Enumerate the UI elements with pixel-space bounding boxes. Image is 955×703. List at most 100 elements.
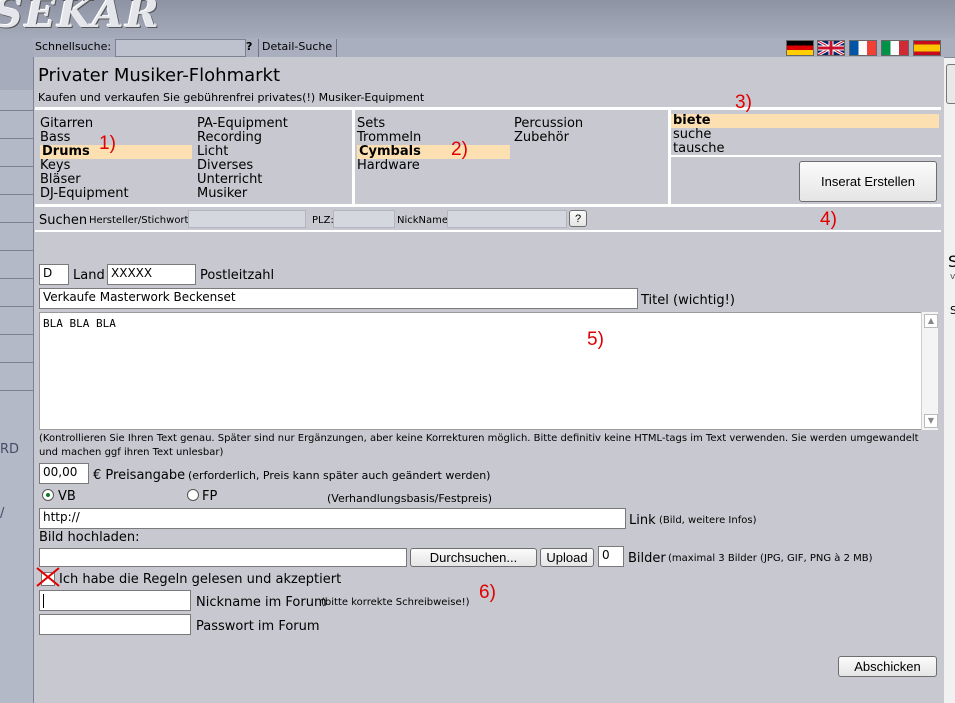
flag-it-icon[interactable] [881, 40, 909, 56]
category-item-keys[interactable]: Keys [40, 159, 192, 173]
forum-nickname-label: Nickname im Forum [196, 595, 327, 610]
separator [336, 39, 337, 57]
category-item-musiker[interactable]: Musiker [197, 187, 347, 201]
create-listing-button[interactable]: Inserat Erstellen [799, 161, 937, 202]
price-input[interactable]: 00,00 [39, 463, 89, 484]
sidebar-divider [0, 250, 33, 251]
manufacturer-search-input[interactable] [188, 210, 306, 228]
left-sidebar [0, 90, 33, 703]
zip-input[interactable]: XXXXX [107, 264, 196, 285]
search-row-label: Suchen [39, 213, 88, 228]
vb-fp-hint: (Verhandlungsbasis/Festpreis) [327, 492, 493, 505]
sidebar-divider [0, 194, 33, 195]
price-label: € Preisangabe [93, 468, 186, 483]
category-item-diverses[interactable]: Diverses [197, 159, 347, 173]
annotation-label: 4) [820, 209, 837, 230]
flag-fr-icon[interactable] [849, 40, 877, 56]
country-label: Land [73, 268, 105, 283]
offer-type-tausche[interactable]: tausche [671, 142, 939, 156]
annotation-label: 6) [479, 582, 496, 603]
search-help-button[interactable]: ? [569, 210, 587, 227]
quick-search-label: Schnellsuche: [35, 40, 112, 53]
category-item-gitarren[interactable]: Gitarren [40, 117, 192, 131]
subcategory-item-cymbals[interactable]: Cymbals [357, 145, 510, 159]
images-hint: (maximal 3 Bilder (JPG, GIF, PNG à 2 MB) [668, 553, 873, 564]
annotation-label: 5) [587, 329, 604, 350]
subcategory-item-trommeln[interactable]: Trommeln [357, 131, 510, 145]
description-textarea[interactable]: BLA BLA BLA [39, 312, 938, 430]
scroll-up-icon[interactable]: ▲ [924, 314, 938, 328]
link-label: Link [629, 513, 656, 528]
images-count-input[interactable]: 0 [598, 546, 624, 567]
link-input[interactable]: http:// [39, 508, 626, 529]
site-logo[interactable]: SEKAR [0, 0, 161, 37]
rules-label: Ich habe die Regeln gelesen und akzeptie… [59, 572, 342, 587]
forum-nickname-input[interactable] [39, 590, 191, 611]
category-item-licht[interactable]: Licht [197, 145, 347, 159]
browse-button[interactable]: Durchsuchen... [410, 548, 537, 567]
offer-type-biete[interactable]: biete [671, 114, 939, 128]
vb-radio[interactable] [42, 489, 54, 501]
fp-radio[interactable] [187, 489, 199, 501]
textarea-scrollbar[interactable]: ▲ ▼ [921, 312, 938, 430]
category-item-recording[interactable]: Recording [197, 131, 347, 145]
nickname-search-input[interactable] [447, 210, 567, 228]
sidebar-text: RD [0, 442, 20, 457]
sidebar-divider [0, 278, 33, 279]
flag-uk-icon [818, 41, 844, 55]
category-list: Gitarren Bass Drums Keys Bläser DJ-Equip… [40, 117, 192, 201]
text-cursor [43, 594, 44, 608]
page-title: Privater Musiker-Flohmarkt [38, 65, 281, 86]
title-input[interactable]: Verkaufe Masterwork Beckenset [39, 288, 638, 309]
sidebar-divider [0, 306, 33, 307]
images-label: Bilder [628, 551, 666, 566]
subcategory-item-hardware[interactable]: Hardware [357, 159, 510, 173]
file-path-input[interactable] [39, 548, 407, 567]
right-strip [943, 56, 955, 703]
category-item-drums[interactable]: Drums [40, 145, 192, 159]
country-input[interactable]: D [39, 264, 69, 285]
right-edge-button[interactable] [946, 64, 955, 104]
flag-uk-icon[interactable] [817, 40, 845, 56]
zip-code-label: Postleitzahl [200, 268, 275, 283]
sidebar-divider [0, 222, 33, 223]
sidebar-divider [0, 110, 33, 111]
quick-search-help-button[interactable]: ? [246, 40, 252, 53]
upload-button[interactable]: Upload [540, 548, 594, 567]
offer-type-suche[interactable]: suche [671, 128, 939, 142]
description-text: BLA BLA BLA [43, 317, 116, 330]
link-hint: (Bild, weitere Infos) [659, 515, 757, 526]
zip-search-input[interactable] [333, 210, 395, 228]
subcategory-item-sets[interactable]: Sets [357, 117, 510, 131]
quick-search-input[interactable] [115, 39, 246, 57]
category-item-dj-equipment[interactable]: DJ-Equipment [40, 187, 192, 201]
flag-es-icon[interactable] [913, 40, 941, 56]
right-text: v [950, 272, 955, 282]
subcategory-item-percussion[interactable]: Percussion [514, 117, 583, 131]
scroll-down-icon[interactable]: ▼ [924, 414, 938, 428]
submit-button[interactable]: Abschicken [838, 656, 937, 677]
right-text: S [948, 252, 955, 271]
nickname-label: NickName: [397, 215, 452, 226]
manufacturer-label: Hersteller/Stichwort: [89, 215, 192, 226]
title-label: Titel (wichtig!) [641, 293, 735, 308]
detail-search-link[interactable]: Detail-Suche [262, 40, 332, 53]
category-item-bass[interactable]: Bass [40, 131, 192, 145]
category-item-unterricht[interactable]: Unterricht [197, 173, 347, 187]
sidebar-divider [0, 138, 33, 139]
text-notice: (Kontrollieren Sie Ihren Text genau. Spä… [39, 433, 919, 458]
vb-label: VB [58, 489, 76, 504]
forum-password-input[interactable] [39, 614, 191, 635]
page-subtitle: Kaufen und verkaufen Sie gebührenfrei pr… [38, 91, 425, 104]
forum-nickname-hint: (bitte korrekte Schreibweise!) [321, 597, 470, 608]
red-cross-icon [36, 567, 60, 587]
price-hint: (erforderlich, Preis kann später auch ge… [188, 469, 491, 482]
annotation-label: 1) [99, 133, 116, 154]
flag-de-icon[interactable] [786, 40, 814, 56]
subcategory-list: Percussion Zubehör [514, 117, 583, 145]
subcategory-item-zubehoer[interactable]: Zubehör [514, 131, 583, 145]
category-item-blaeser[interactable]: Bläser [40, 173, 192, 187]
right-text: S [950, 304, 955, 317]
divider [352, 110, 355, 205]
category-item-pa-equipment[interactable]: PA-Equipment [197, 117, 347, 131]
